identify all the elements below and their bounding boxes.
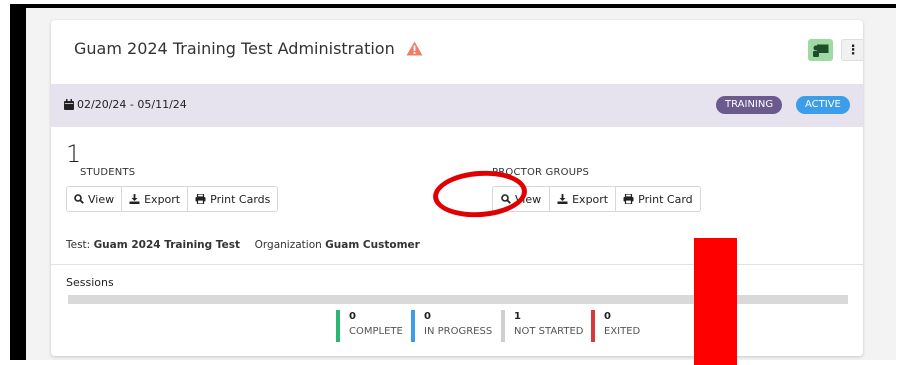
organization-label: Organization bbox=[254, 239, 322, 251]
student-count: 1 bbox=[66, 140, 82, 168]
download-icon bbox=[129, 194, 140, 204]
vertical-ellipsis-icon: ⋮ bbox=[846, 42, 860, 58]
students-label: STUDENTS bbox=[80, 167, 136, 178]
search-icon bbox=[74, 194, 84, 204]
students-export-label: Export bbox=[144, 192, 181, 206]
warning-triangle-icon bbox=[406, 41, 423, 56]
stat-exited-value: 0 bbox=[604, 311, 611, 322]
students-button-group: View Export Print Cards bbox=[66, 186, 279, 212]
stat-in-progress-label: IN PROGRESS bbox=[424, 326, 493, 337]
proctor-print-card-button[interactable]: Print Card bbox=[616, 187, 700, 211]
annotation-redaction-bar bbox=[694, 238, 737, 365]
test-meta: Test: Guam 2024 Training Test Organizati… bbox=[66, 239, 420, 251]
administration-title: Guam 2024 Training Test Administration bbox=[74, 39, 395, 58]
proctor-view-button[interactable] bbox=[808, 39, 833, 61]
students-export-button[interactable]: Export bbox=[122, 187, 189, 211]
students-view-button[interactable]: View bbox=[67, 187, 123, 211]
stat-in-progress-value: 0 bbox=[424, 311, 431, 322]
sessions-label: Sessions bbox=[66, 276, 114, 289]
test-label: Test: bbox=[66, 239, 91, 251]
stat-complete: 0 COMPLETE bbox=[336, 310, 403, 342]
download-icon bbox=[557, 194, 568, 204]
stat-not-started-value: 1 bbox=[514, 311, 521, 322]
proctor-print-label: Print Card bbox=[638, 192, 693, 206]
active-badge: ACTIVE bbox=[796, 96, 850, 114]
more-options-button[interactable]: ⋮ bbox=[841, 39, 863, 61]
stat-in-progress: 0 IN PROGRESS bbox=[411, 310, 492, 342]
test-name: Guam 2024 Training Test bbox=[93, 239, 240, 251]
stat-exited: 0 EXITED bbox=[591, 310, 640, 342]
stat-not-started: 1 NOT STARTED bbox=[501, 310, 584, 342]
print-icon bbox=[195, 194, 206, 204]
page-title: Guam 2024 Training Test Administration bbox=[74, 39, 423, 58]
stat-not-started-label: NOT STARTED bbox=[514, 326, 584, 337]
stat-complete-value: 0 bbox=[349, 311, 356, 322]
training-badge: TRAINING bbox=[716, 96, 783, 114]
students-view-label: View bbox=[88, 192, 115, 206]
proctor-export-label: Export bbox=[572, 192, 609, 206]
students-print-cards-button[interactable]: Print Cards bbox=[188, 187, 277, 211]
print-icon bbox=[623, 194, 634, 204]
date-range: 02/20/24 - 05/11/24 bbox=[64, 98, 187, 111]
stat-complete-label: COMPLETE bbox=[349, 326, 403, 337]
divider bbox=[51, 264, 863, 265]
stat-exited-label: EXITED bbox=[604, 326, 641, 337]
person-chalkboard-icon bbox=[813, 44, 829, 57]
students-print-label: Print Cards bbox=[210, 192, 271, 206]
calendar-icon bbox=[64, 99, 74, 110]
proctor-export-button[interactable]: Export bbox=[550, 187, 617, 211]
organization-name: Guam Customer bbox=[325, 239, 420, 251]
date-band: 02/20/24 - 05/11/24 TRAINING ACTIVE bbox=[51, 84, 863, 127]
date-range-text: 02/20/24 - 05/11/24 bbox=[77, 98, 187, 111]
